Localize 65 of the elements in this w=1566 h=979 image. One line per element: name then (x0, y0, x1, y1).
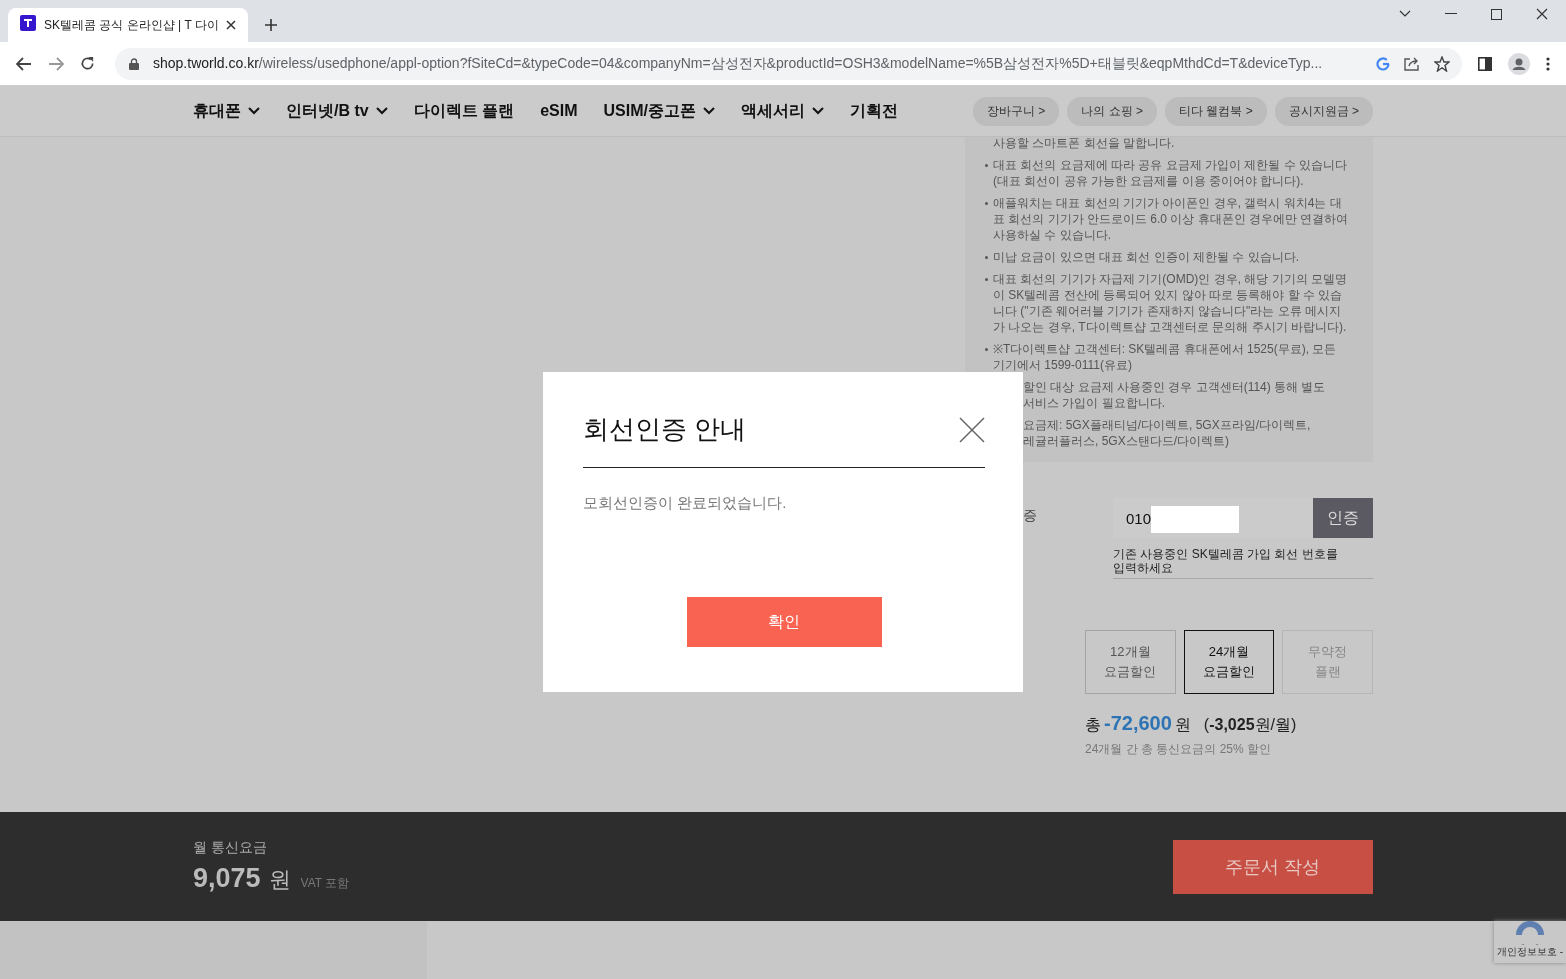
chevron-down-icon (248, 107, 260, 115)
google-icon[interactable] (1376, 56, 1390, 71)
maximize-icon[interactable] (1491, 8, 1502, 20)
notice-text: 레귤러플러스, 5GX스탠다드/다이렉트) (1023, 433, 1230, 449)
notice-text: 서비스 가입이 필요합니다. (1023, 395, 1166, 411)
vat-note: VAT 포함 (300, 874, 350, 892)
notice-text: 요금제: 5GX플래티넘/다이렉트, 5GX프라임/다이렉트, (1023, 417, 1312, 433)
nav-link[interactable]: 기획전 (849, 100, 898, 122)
share-icon[interactable] (1404, 56, 1420, 71)
close-icon[interactable] (226, 20, 236, 30)
recaptcha-icon (1515, 921, 1545, 945)
nav-link[interactable]: eSIM (540, 102, 578, 120)
close-icon[interactable] (959, 416, 985, 443)
chevron-down-icon (811, 107, 824, 115)
notice-item: 대표 회선의 기기가 자급제 기기(OMD)인 경우, 해당 기기의 모델명이 SK텔레콤 전산에 등록되어 있지 않아 따로 등록해야 할 수 있습니다 ("기존 웨어러블 기기가 존재하지 않습니다"라는 오류 메시지가 나오는 경우, T다이렉트샵 고객센터로 문의해 주시기 바랍니다). (985, 271, 1349, 335)
url-text: shop.tworld.co.kr/wireless/usedphone/appl-option?fSiteCd=&typeCode=04&companyNm=삼성전자&productId=OSH3&modelName=%5B삼성전자%5D+태블릿&eqpMthdCd=T&deviceTyp... (153, 54, 1324, 73)
chevron-down-icon (702, 107, 715, 115)
fee-amount: 9,075 (193, 862, 261, 894)
menu-icon[interactable] (1546, 56, 1550, 71)
privacy-link[interactable]: 개인정보보호 - (1496, 945, 1564, 959)
forward-icon[interactable] (48, 56, 64, 71)
discount-note: 24개월 간 총 통신요금의 25% 할인 (1085, 741, 1273, 758)
nav-link[interactable]: 휴대폰 (193, 100, 260, 122)
close-icon[interactable] (1536, 8, 1548, 20)
lock-icon (129, 57, 139, 70)
notice-text: 할인 대상 요금제 사용중인 경우 고객센터(114) 통해 별도 (1023, 379, 1327, 395)
nav-link[interactable]: USIM/중고폰 (603, 100, 715, 122)
total-amount: -72,600 (1104, 712, 1172, 735)
fee-label: 월 통신요금 (193, 838, 268, 857)
nav-link[interactable]: 인터넷/B tv (286, 100, 388, 122)
chevron-down-icon[interactable] (1399, 10, 1411, 18)
nav-link[interactable]: 액세서리 (740, 100, 824, 122)
dialog-message: 모회선인증이 완료되었습니다. (583, 494, 788, 513)
quick-link[interactable]: 공시지원금 > (1274, 96, 1373, 126)
notice-item: 미납 요금이 있으면 대표 회선 인증이 제한될 수 있습니다. (985, 249, 1349, 265)
chevron-down-icon (375, 107, 388, 115)
verify-button[interactable]: 인증 (1313, 498, 1373, 538)
currency-unit: 원 (1174, 715, 1191, 735)
profile-icon[interactable] (1508, 52, 1530, 75)
quick-link[interactable]: 나의 쇼핑 > (1067, 96, 1157, 126)
quick-link[interactable]: 장바구니 > (972, 96, 1060, 126)
field-hint: 기존 사용중인 SK텔레콤 가입 회선 번호를 입력하세요 (1113, 547, 1373, 579)
notice-item: ※T다이렉트샵 고객센터: SK텔레콤 휴대폰에서 1525(무료), 모든 기기에서 1599-0111(유료) (985, 341, 1349, 373)
star-icon[interactable] (1434, 55, 1450, 72)
side-panel-icon[interactable] (1478, 56, 1492, 71)
back-icon[interactable] (16, 56, 32, 71)
currency-unit: 원 (268, 865, 291, 894)
minimize-icon[interactable] (1445, 13, 1457, 15)
monthly-discount: (-3,025원/월) (1203, 715, 1297, 735)
reload-icon[interactable] (80, 56, 95, 71)
browser-tab[interactable]: SK텔레콤 공식 온라인샵 | T 다이 (8, 8, 248, 42)
new-tab-icon[interactable] (264, 18, 278, 32)
total-prefix: 총 (1085, 715, 1101, 735)
plan-option[interactable]: 12개월 요금할인 (1085, 630, 1176, 694)
plan-option[interactable]: 24개월 요금할인 (1183, 630, 1275, 694)
tab-title: SK텔레콤 공식 온라인샵 | T 다이 (44, 16, 218, 34)
notice-text: 사용할 스마트폰 회선을 말합니다. (992, 137, 1176, 151)
notice-item: 대표 회선의 요금제에 따라 공유 요금제 가입이 제한될 수 있습니다 (대표 회선이 공유 가능한 요금제를 이용 중이어야 합니다). (985, 157, 1349, 189)
address-bar[interactable]: shop.tworld.co.kr/wireless/usedphone/appl-option?fSiteCd=&typeCode=04&companyNm=삼성전자&productId=OSH3&modelName=%5B삼성전자%5D+태블릿&eqpMthdCd=T&deviceTyp... (115, 47, 1462, 80)
recaptcha-badge[interactable]: 개인정보보호 - (1494, 921, 1566, 963)
dialog-title: 회선인증 안내 (583, 413, 747, 446)
notice-item: 애플워치는 대표 회선의 기기가 아이폰인 경우, 갤럭시 워치4는 대표 회선의 기기가 안드로이드 6.0 이상 휴대폰인 경우에만 연결하여 사용하실 수 있습니다. (985, 195, 1349, 243)
nav-link[interactable]: 다이렉트 플랜 (413, 100, 515, 122)
quick-link[interactable]: 티다 웰컴북 > (1164, 96, 1267, 126)
field-label: 증 (1023, 507, 1038, 525)
